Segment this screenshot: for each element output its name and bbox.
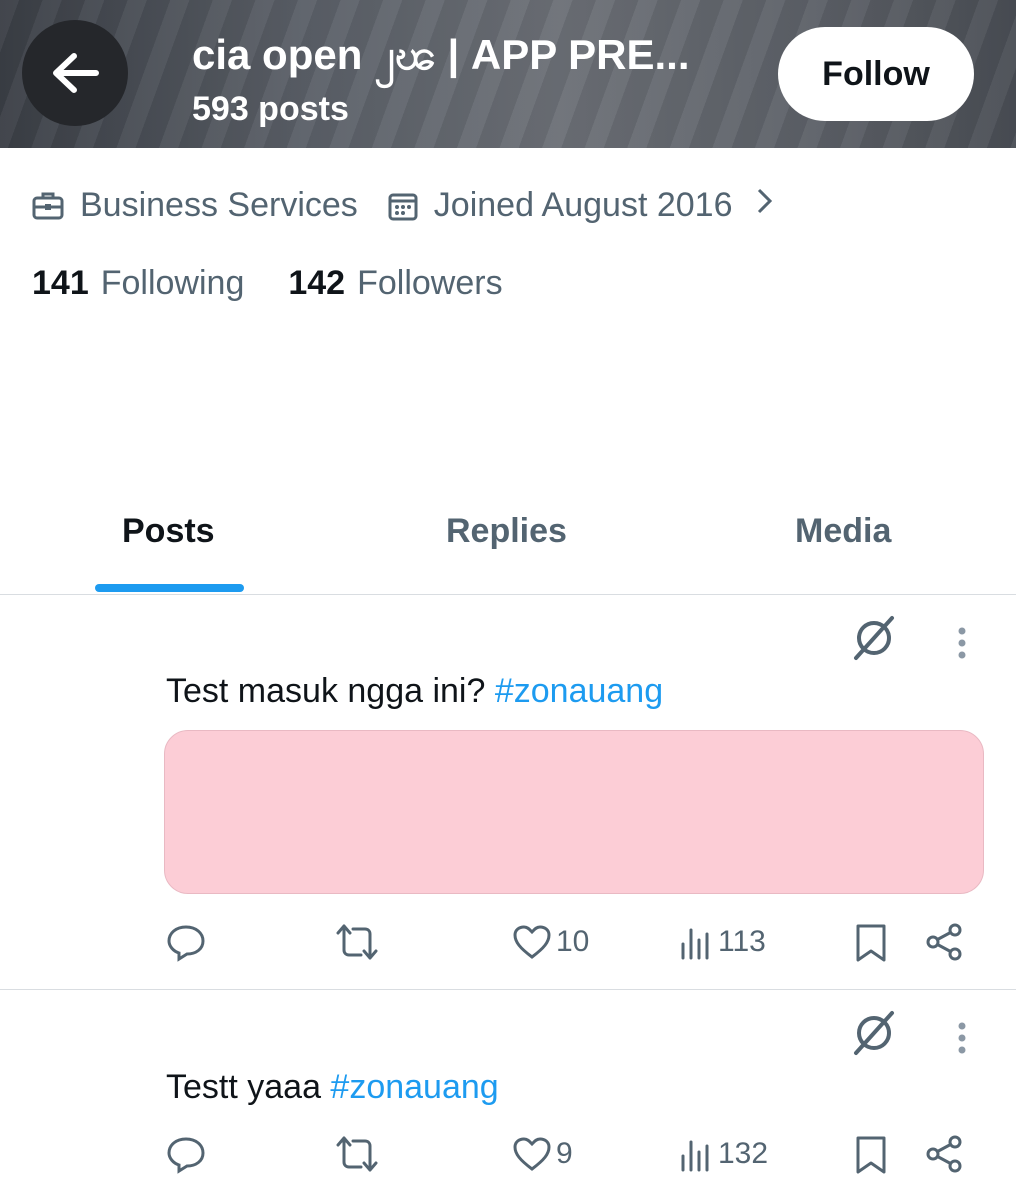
views-icon (681, 1140, 709, 1172)
share-button[interactable] (924, 922, 964, 962)
bookmark-icon (856, 1136, 886, 1174)
post-body: Test masuk ngga ini? (166, 672, 495, 710)
post-divider (0, 989, 1016, 990)
retweet-icon (336, 1136, 378, 1172)
share-icon (926, 1135, 962, 1173)
share-icon (926, 923, 962, 961)
reply-button[interactable] (166, 922, 206, 962)
bookmark-button[interactable] (854, 922, 888, 964)
like-icon (513, 925, 551, 959)
hashtag-link[interactable]: #zonauang (330, 1068, 498, 1106)
like-count: 10 (556, 925, 590, 958)
retweet-icon (336, 924, 378, 960)
post-text: Testt yaaa #zonauang (166, 1068, 499, 1107)
posts-count: 593 posts (192, 90, 349, 128)
views-button[interactable]: 113 (680, 922, 766, 962)
hashtag-link[interactable]: #zonauang (495, 672, 663, 710)
reply-icon (167, 1137, 205, 1174)
more-icon[interactable] (952, 1021, 972, 1062)
like-button[interactable]: 9 (512, 1134, 573, 1174)
post-item[interactable]: Test masuk ngga ini? #zonauang 10 113 (0, 0, 1016, 989)
views-button[interactable]: 132 (680, 1134, 768, 1174)
like-button[interactable]: 10 (512, 922, 589, 962)
share-button[interactable] (924, 1134, 964, 1174)
like-count: 9 (556, 1137, 573, 1170)
back-arrow-icon (53, 53, 99, 93)
post-media[interactable] (164, 730, 984, 894)
reply-button[interactable] (166, 1134, 206, 1174)
bookmark-button[interactable] (854, 1134, 888, 1176)
follow-button[interactable]: Follow (778, 27, 974, 121)
reply-icon (167, 925, 205, 962)
grok-icon[interactable] (850, 614, 898, 667)
profile-name: cia open ၂ၽ | APP PRE... (192, 31, 690, 78)
view-count: 132 (718, 1137, 769, 1170)
like-icon (513, 1137, 551, 1171)
post-text: Test masuk ngga ini? #zonauang (166, 672, 663, 711)
views-icon (681, 928, 709, 960)
grok-icon[interactable] (850, 1009, 898, 1062)
bookmark-icon (856, 924, 886, 962)
retweet-button[interactable] (335, 922, 379, 962)
post-body: Testt yaaa (166, 1068, 331, 1106)
retweet-button[interactable] (335, 1134, 379, 1174)
view-count: 113 (718, 925, 766, 958)
back-button[interactable] (22, 20, 128, 126)
more-icon[interactable] (952, 626, 972, 667)
